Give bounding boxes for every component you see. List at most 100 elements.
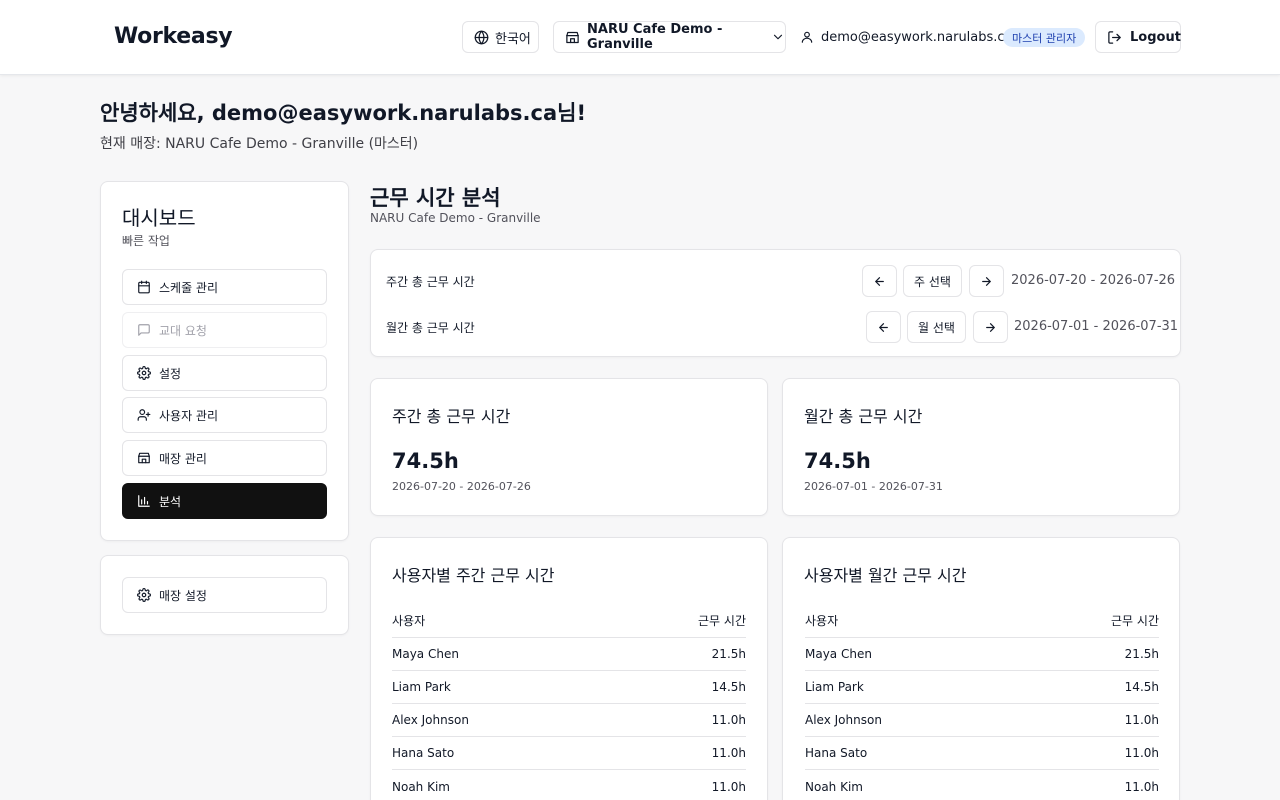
weekly-filter-label: 주간 총 근무 시간 xyxy=(386,275,475,289)
sidebar-item-label: 설정 xyxy=(159,366,182,381)
store-settings-label: 매장 설정 xyxy=(159,588,207,603)
globe-icon xyxy=(474,30,489,44)
weekly-user-hours-title: 사용자별 주간 근무 시간 xyxy=(392,566,555,585)
weekly-total-value: 74.5h xyxy=(392,449,459,473)
period-filter-card: 주간 총 근무 시간 주 선택 2026-07-20 - 2026-07-26 … xyxy=(370,249,1181,357)
table-row: Hana Sato 11.0h xyxy=(805,737,1159,770)
row-user: Maya Chen xyxy=(805,647,872,661)
table-row: Alex Johnson 11.0h xyxy=(805,704,1159,737)
logout-label: Logout xyxy=(1130,29,1181,45)
col-hours-header: 근무 시간 xyxy=(1111,614,1159,628)
week-range-text: 2026-07-20 - 2026-07-26 xyxy=(1011,273,1176,288)
dashboard-sidebar: 대시보드 빠른 작업 스케줄 관리 교대 요청 설정 사용자 관리 매장 관리 … xyxy=(100,181,349,541)
logout-button[interactable]: Logout xyxy=(1095,21,1181,53)
row-hours: 11.0h xyxy=(1124,713,1159,727)
table-row: Liam Park 14.5h xyxy=(805,671,1159,704)
row-hours: 14.5h xyxy=(1124,680,1159,694)
chevron-down-icon xyxy=(773,34,783,40)
weekly-table-header: 사용자 근무 시간 xyxy=(392,604,746,638)
sidebar-title: 대시보드 xyxy=(122,206,196,230)
sidebar-item-users[interactable]: 사용자 관리 xyxy=(122,397,327,433)
row-hours: 21.5h xyxy=(1124,647,1159,661)
weekly-total-card: 주간 총 근무 시간 74.5h 2026-07-20 - 2026-07-26 xyxy=(370,378,768,516)
next-month-button[interactable] xyxy=(973,311,1008,343)
col-hours-header: 근무 시간 xyxy=(698,614,746,628)
monthly-filter-label: 월간 총 근무 시간 xyxy=(386,321,475,335)
logout-icon xyxy=(1108,30,1121,44)
sidebar-item-settings[interactable]: 설정 xyxy=(122,355,327,391)
prev-week-button[interactable] xyxy=(862,265,897,297)
sidebar-item-label: 사용자 관리 xyxy=(159,408,219,423)
next-week-button[interactable] xyxy=(969,265,1004,297)
col-user-header: 사용자 xyxy=(392,614,426,628)
arrow-right-icon xyxy=(986,322,995,332)
user-icon xyxy=(801,31,813,43)
table-row: Noah Kim 11.0h xyxy=(805,770,1159,800)
table-row: Noah Kim 11.0h xyxy=(392,770,746,800)
calendar-icon xyxy=(138,280,150,294)
sidebar-item-shift-request[interactable]: 교대 요청 xyxy=(122,312,327,348)
top-header: Workeasy 한국어 NARU Cafe Demo - Granville … xyxy=(0,0,1280,75)
user-plus-icon xyxy=(137,409,151,421)
monthly-user-hours-title: 사용자별 월간 근무 시간 xyxy=(804,566,967,585)
row-user: Maya Chen xyxy=(392,647,459,661)
page-title: 근무 시간 분석 xyxy=(370,186,501,210)
store-icon xyxy=(566,31,579,43)
row-hours: 11.0h xyxy=(711,779,746,794)
row-hours: 11.0h xyxy=(1124,779,1159,794)
row-user: Alex Johnson xyxy=(805,713,882,727)
user-email: demo@easywork.narulabs.ca xyxy=(821,29,1013,45)
brand-logo[interactable]: Workeasy xyxy=(114,24,233,49)
arrow-left-icon xyxy=(875,276,884,286)
page-subtitle: NARU Cafe Demo - Granville xyxy=(370,211,541,225)
language-button[interactable]: 한국어 xyxy=(462,21,539,53)
row-user: Liam Park xyxy=(392,680,451,694)
row-hours: 11.0h xyxy=(1124,746,1159,760)
row-user: Hana Sato xyxy=(805,746,868,760)
gear-icon xyxy=(137,366,151,380)
row-hours: 21.5h xyxy=(711,647,746,661)
message-icon xyxy=(138,324,150,336)
weekly-total-title: 주간 총 근무 시간 xyxy=(392,407,511,426)
store-icon xyxy=(138,452,150,464)
row-user: Hana Sato xyxy=(392,746,455,760)
monthly-table-header: 사용자 근무 시간 xyxy=(805,604,1159,638)
month-select-button[interactable]: 월 선택 xyxy=(907,311,966,343)
current-store-text: 현재 매장: NARU Cafe Demo - Granville (마스터) xyxy=(100,136,419,152)
arrow-right-icon xyxy=(982,276,991,286)
sidebar-item-label: 스케줄 관리 xyxy=(159,280,219,295)
sidebar-subtitle: 빠른 작업 xyxy=(122,234,170,248)
col-user-header: 사용자 xyxy=(805,614,839,628)
table-row: Alex Johnson 11.0h xyxy=(392,704,746,737)
monthly-total-card: 월간 총 근무 시간 74.5h 2026-07-01 - 2026-07-31 xyxy=(782,378,1180,516)
language-label: 한국어 xyxy=(495,31,531,47)
store-settings-button[interactable]: 매장 설정 xyxy=(122,577,327,613)
store-settings-card: 매장 설정 xyxy=(100,555,349,635)
row-user: Noah Kim xyxy=(805,779,863,794)
table-row: Hana Sato 11.0h xyxy=(392,737,746,770)
sidebar-item-label: 매장 관리 xyxy=(159,451,207,466)
table-row: Liam Park 14.5h xyxy=(392,671,746,704)
table-row: Maya Chen 21.5h xyxy=(805,638,1159,671)
sidebar-item-stores[interactable]: 매장 관리 xyxy=(122,440,327,476)
sidebar-item-schedule[interactable]: 스케줄 관리 xyxy=(122,269,327,305)
row-hours: 14.5h xyxy=(711,680,746,694)
user-info: demo@easywork.narulabs.ca xyxy=(800,27,1013,47)
row-hours: 11.0h xyxy=(711,713,746,727)
sidebar-item-label: 분석 xyxy=(159,494,182,509)
table-row: Maya Chen 21.5h xyxy=(392,638,746,671)
month-range-text: 2026-07-01 - 2026-07-31 xyxy=(1014,319,1179,334)
arrow-left-icon xyxy=(879,322,888,332)
bar-chart-icon xyxy=(138,495,150,507)
store-selector[interactable]: NARU Cafe Demo - Granville xyxy=(553,21,786,53)
row-hours: 11.0h xyxy=(711,746,746,760)
row-user: Liam Park xyxy=(805,680,864,694)
row-user: Alex Johnson xyxy=(392,713,469,727)
role-badge: 마스터 관리자 xyxy=(1003,28,1086,47)
gear-icon xyxy=(137,588,151,602)
greeting-title: 안녕하세요, demo@easywork.narulabs.ca님! xyxy=(100,101,587,125)
week-select-button[interactable]: 주 선택 xyxy=(903,265,962,297)
sidebar-item-analytics[interactable]: 분석 xyxy=(122,483,327,519)
prev-month-button[interactable] xyxy=(866,311,901,343)
monthly-total-range: 2026-07-01 - 2026-07-31 xyxy=(804,480,943,493)
